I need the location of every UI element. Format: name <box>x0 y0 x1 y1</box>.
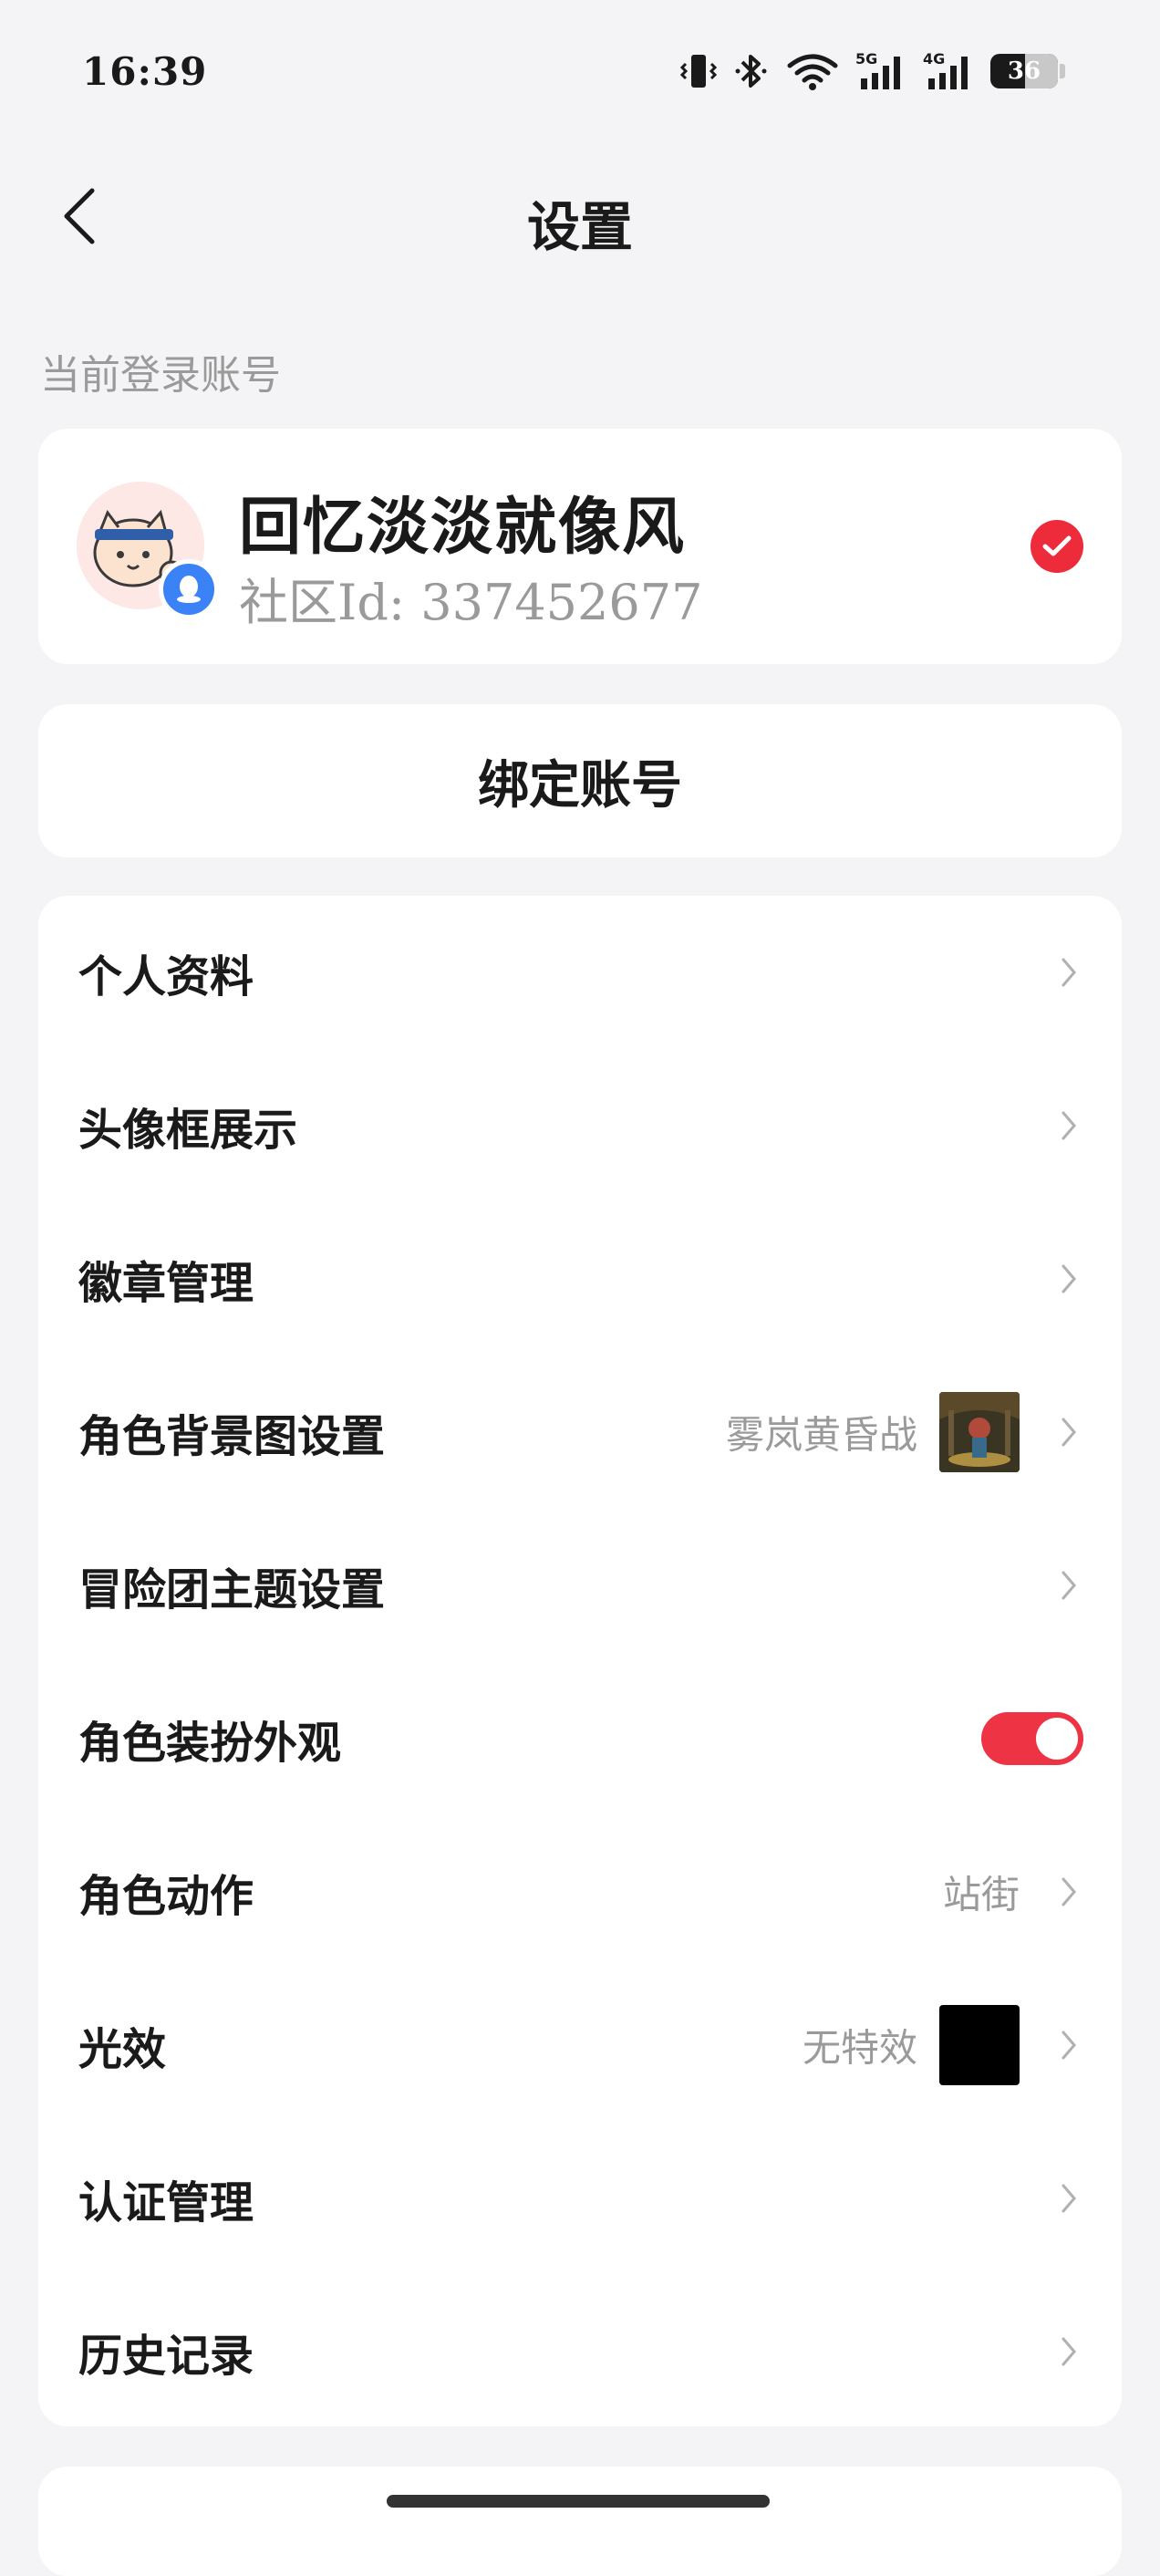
background-thumbnail <box>939 1392 1020 1472</box>
chevron-right-icon <box>1062 2031 1076 2060</box>
menu-item-avatar-frame[interactable]: 头像框展示 <box>38 1049 1122 1202</box>
battery-tip <box>1060 64 1065 78</box>
account-card[interactable]: 回忆淡淡就像风 社区Id: 337452677 <box>38 429 1122 664</box>
menu-item-label: 头像框展示 <box>78 1105 298 1156</box>
menu-item-badges[interactable]: 徽章管理 <box>38 1202 1122 1356</box>
chevron-right-icon <box>1062 2337 1076 2366</box>
signal-4g-icon: 4G <box>923 51 968 89</box>
next-card-peek <box>38 2467 1122 2576</box>
chevron-right-icon <box>1062 1264 1076 1293</box>
nav-bar: 设置 <box>0 164 1160 274</box>
chevron-right-icon <box>1062 1111 1076 1140</box>
page-title: 设置 <box>526 196 633 258</box>
chevron-right-icon <box>1062 1877 1076 1906</box>
menu-item-label: 认证管理 <box>78 2177 254 2228</box>
account-name: 回忆淡淡就像风 <box>239 491 687 564</box>
chevron-right-icon <box>1062 1418 1076 1447</box>
menu-item-value: 雾岚黄昏战 <box>725 1412 917 1458</box>
wifi-icon <box>787 54 838 90</box>
svg-text:5G: 5G <box>855 51 877 68</box>
menu-item-label: 角色动作 <box>78 1871 254 1922</box>
settings-menu: 个人资料 头像框展示 徽章管理 角色背景图设置 雾岚黄昏战 冒险团主题设置 角色… <box>38 896 1122 2426</box>
bluetooth-icon <box>735 55 767 88</box>
home-indicator[interactable] <box>387 2495 770 2508</box>
bind-account-button[interactable]: 绑定账号 <box>38 704 1122 857</box>
battery-level: 36 <box>1007 57 1041 85</box>
status-bar: 16:39 5G 4G 36 <box>0 0 1160 137</box>
menu-item-label: 角色背景图设置 <box>78 1411 386 1462</box>
qq-badge-icon <box>159 559 219 619</box>
menu-item-label: 冒险团主题设置 <box>78 1564 386 1615</box>
status-icons: 5G 4G 36 <box>680 51 1065 91</box>
bind-account-label: 绑定账号 <box>478 754 682 815</box>
menu-item-light-effect[interactable]: 光效 无特效 <box>38 1968 1122 2122</box>
appearance-toggle[interactable] <box>981 1712 1083 1765</box>
menu-item-label: 历史记录 <box>78 2331 254 2382</box>
chevron-right-icon <box>1062 2184 1076 2213</box>
community-id: 社区Id: 337452677 <box>239 574 703 631</box>
light-effect-thumbnail <box>939 2005 1020 2085</box>
menu-item-character-appearance: 角色装扮外观 <box>38 1662 1122 1815</box>
chevron-right-icon <box>1062 1571 1076 1600</box>
menu-item-value: 无特效 <box>802 2025 917 2071</box>
signal-5g-icon: 5G <box>855 51 900 89</box>
current-account-label: 当前登录账号 <box>40 352 281 399</box>
menu-item-label: 徽章管理 <box>78 1258 254 1309</box>
menu-item-character-background[interactable]: 角色背景图设置 雾岚黄昏战 <box>38 1356 1122 1509</box>
menu-item-verification[interactable]: 认证管理 <box>38 2122 1122 2275</box>
battery-icon: 36 <box>990 54 1058 88</box>
status-time: 16:39 <box>82 49 208 94</box>
vibrate-icon <box>680 55 717 88</box>
check-circle-icon <box>1031 520 1083 573</box>
menu-item-history[interactable]: 历史记录 <box>38 2275 1122 2428</box>
menu-item-team-theme[interactable]: 冒险团主题设置 <box>38 1509 1122 1662</box>
menu-item-value: 站街 <box>942 1872 1020 1917</box>
chevron-right-icon <box>1062 958 1076 987</box>
menu-item-label: 个人资料 <box>78 951 254 1002</box>
toggle-knob <box>1036 1718 1078 1760</box>
menu-item-label: 光效 <box>78 2024 167 2075</box>
svg-text:4G: 4G <box>923 51 945 68</box>
menu-item-character-action[interactable]: 角色动作 站街 <box>38 1815 1122 1968</box>
menu-item-profile[interactable]: 个人资料 <box>38 896 1122 1049</box>
menu-item-label: 角色装扮外观 <box>78 1718 342 1769</box>
